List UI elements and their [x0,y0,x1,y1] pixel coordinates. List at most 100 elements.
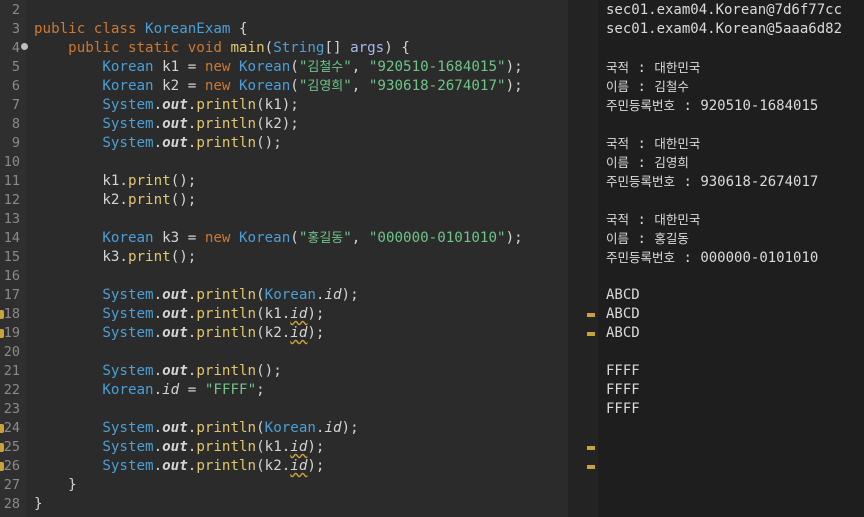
console-label: 주민등록번호 [606,98,676,113]
code-line[interactable]: 14 Korean k3 = new Korean("홍길동", "000000… [0,229,568,248]
override-marker-icon[interactable] [21,43,28,50]
code-line[interactable]: 13 [0,210,568,229]
code-token: println [196,116,257,132]
code-line[interactable]: 11 k1.print(); [0,172,568,191]
code-line[interactable]: 18 System.out.println(k1.id); [0,305,568,324]
console-value: 920510-1684015 [700,98,819,114]
code-line[interactable]: 26 System.out.println(k2.id); [0,457,568,476]
code-text: public class KoreanExam { [34,20,248,39]
code-token: new [204,59,240,75]
warning-icon[interactable] [0,424,4,433]
console-line: 주민등록번호 : 000000-0101010 [606,248,818,267]
code-token: " [343,78,352,94]
code-line[interactable]: 27 } [0,476,568,495]
line-number: 8 [11,116,20,132]
code-text: k2.print(); [34,191,196,210]
console-value: 김영희 [654,155,689,170]
overview-ruler[interactable] [568,0,598,517]
code-token: k2 [153,78,180,94]
code-token: , [351,59,369,75]
console-separator: : [629,212,655,228]
code-token: ); [341,420,359,436]
code-line[interactable]: 21 System.out.println(); [0,362,568,381]
code-line[interactable]: 5 Korean k1 = new Korean("김철수", "920510-… [0,58,568,77]
code-token: id [324,287,342,303]
code-token: "FFFF" [204,382,257,398]
code-text: System.out.println(Korean.id); [34,286,358,305]
code-line[interactable]: 28} [0,495,568,514]
code-token: println [196,287,257,303]
code-token: " [343,230,352,246]
console-separator: : [675,250,701,266]
code-token: , [351,78,369,94]
code-line[interactable]: 2 [0,1,568,20]
code-line[interactable]: 15 k3.print(); [0,248,568,267]
warning-icon[interactable] [0,443,4,452]
overview-warning-marker[interactable] [587,332,595,336]
code-text: System.out.println(); [34,362,281,381]
code-line[interactable]: 7 System.out.println(k1); [0,96,568,115]
line-number: 13 [3,211,20,227]
overview-warning-marker[interactable] [587,313,595,317]
code-token: id [290,439,308,455]
code-token: k3 [153,230,180,246]
code-token: . [153,363,163,379]
console-line: 국적 : 대한민국 [606,134,700,153]
console-line: FFFF [606,363,640,379]
console-label: 주민등록번호 [606,174,676,189]
console-label: 주민등록번호 [606,250,676,265]
code-token: (); [170,173,197,189]
code-token: println [196,306,257,322]
code-token: k3. [34,249,128,265]
line-number: 22 [3,382,20,398]
code-token: ); [307,306,325,322]
warning-icon[interactable] [0,462,4,471]
console-line: ABCD [606,306,640,322]
code-token: ( [290,59,299,75]
overview-warning-marker[interactable] [587,446,595,450]
code-line[interactable]: 8 System.out.println(k2); [0,115,568,134]
code-token: } [34,496,43,512]
console-line: ABCD [606,325,640,341]
code-token: System [102,325,154,341]
console-output[interactable]: sec01.exam04.Korean@7d6f77cc sec01.exam04… [598,0,864,517]
code-line[interactable]: 10 [0,153,568,172]
code-line[interactable]: 4 public static void main(String[] args)… [0,39,568,58]
code-token: System [102,97,154,113]
code-line[interactable]: 3 public class KoreanExam { [0,20,568,39]
code-line[interactable]: 6 Korean k2 = new Korean("김영희", "930618-… [0,77,568,96]
code-line[interactable]: 19 System.out.println(k2.id); [0,324,568,343]
console-value: 홍길동 [654,231,689,246]
code-token: Korean [264,420,316,436]
code-line[interactable]: 9 System.out.println(); [0,134,568,153]
code-token: . [153,458,163,474]
warning-icon[interactable] [0,329,4,338]
code-line[interactable]: 12 k2.print(); [0,191,568,210]
code-line[interactable]: 22 Korean.id = "FFFF"; [0,381,568,400]
code-line[interactable]: 17 System.out.println(Korean.id); [0,286,568,305]
code-line[interactable]: 16 [0,267,568,286]
code-token: out [162,116,188,132]
console-line: 국적 : 대한민국 [606,58,700,77]
overview-warning-marker[interactable] [587,465,595,469]
code-token: 김철수 [307,60,344,75]
code-token: . [153,420,163,436]
code-line[interactable]: 24 System.out.println(Korean.id); [0,419,568,438]
warning-icon[interactable] [0,310,4,319]
console-line: sec01.exam04.Korean@5aaa6d82 [606,21,843,37]
code-line[interactable]: 25 System.out.println(k1.id); [0,438,568,457]
code-line[interactable]: 23 [0,400,568,419]
code-token: out [162,97,188,113]
code-token: println [196,439,257,455]
code-token: System [102,458,154,474]
console-separator: : [629,79,655,95]
code-token: ); [307,325,325,341]
code-line[interactable]: 20 [0,343,568,362]
code-editor[interactable]: 2 3 public class KoreanExam {4 public stat… [0,0,568,517]
code-token: out [162,363,188,379]
code-token: , [351,230,369,246]
